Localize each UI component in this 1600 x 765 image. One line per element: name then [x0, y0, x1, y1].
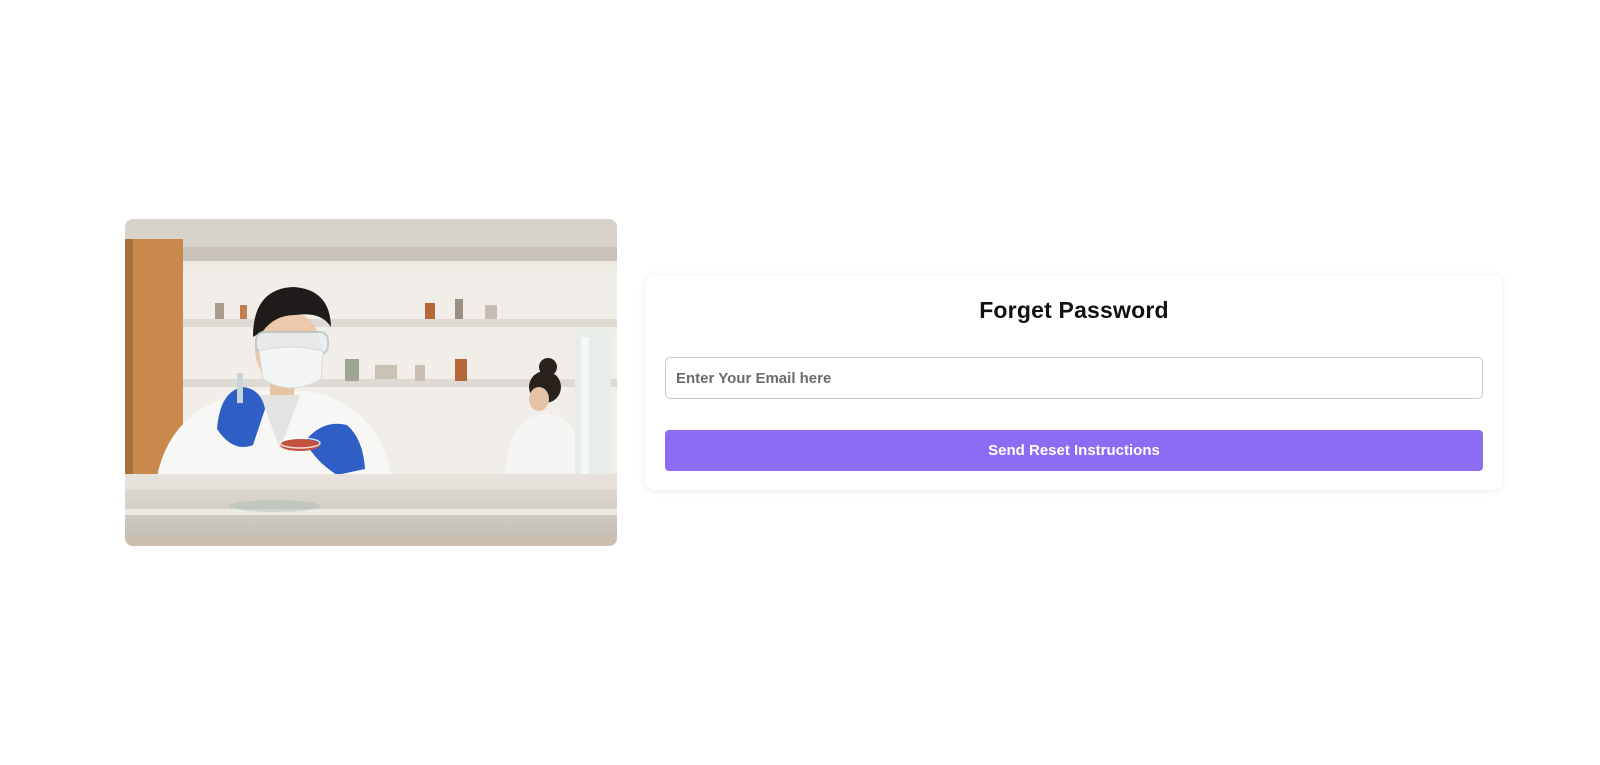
- forgot-password-card: Forget Password Send Reset Instructions: [645, 275, 1503, 490]
- page-title: Forget Password: [979, 297, 1169, 323]
- lab-scientist-image: [125, 219, 617, 546]
- send-reset-instructions-button[interactable]: Send Reset Instructions: [665, 430, 1483, 471]
- forgot-password-page: Forget Password Send Reset Instructions: [0, 0, 1600, 765]
- email-input[interactable]: [665, 357, 1483, 399]
